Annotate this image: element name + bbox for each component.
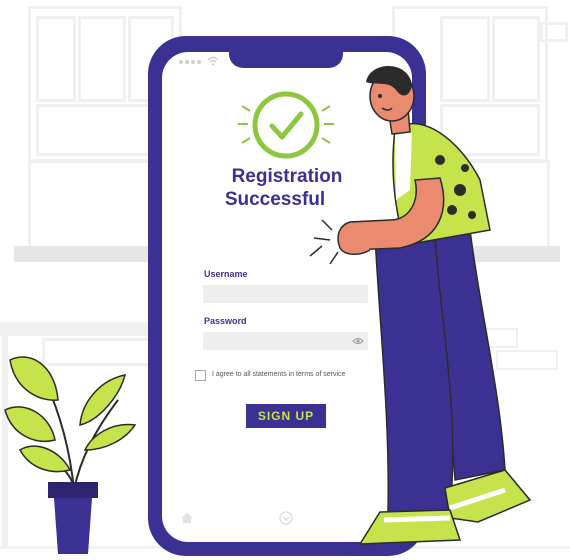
window-pane [78, 16, 126, 102]
signal-dots-icon [179, 60, 201, 64]
person-illustration [309, 65, 532, 545]
home-icon[interactable] [180, 512, 194, 524]
window-pane [36, 16, 76, 102]
password-label: Password [204, 316, 247, 326]
terms-checkbox[interactable] [195, 370, 206, 381]
username-label: Username [204, 269, 248, 279]
window-ledge [540, 22, 568, 42]
chevron-down-circle-icon[interactable] [279, 511, 293, 525]
plant-illustration [4, 356, 137, 554]
wifi-icon [207, 56, 219, 66]
